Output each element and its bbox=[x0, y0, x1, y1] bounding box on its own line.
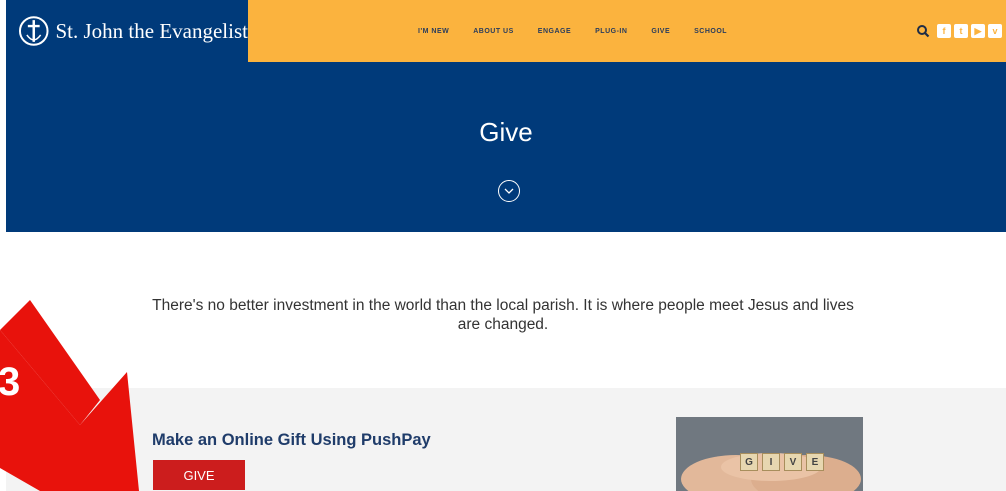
nav-item-school[interactable]: SCHOOL bbox=[694, 28, 727, 35]
nav-item-engage[interactable]: ENGAGE bbox=[538, 28, 571, 35]
site-header: St. John the Evangelist I'M NEW ABOUT US… bbox=[6, 0, 1006, 62]
brand-name: St. John the Evangelist bbox=[55, 18, 249, 43]
letter-tile: E bbox=[806, 453, 824, 471]
twitter-icon[interactable]: t bbox=[954, 24, 968, 38]
nav-item-plug-in[interactable]: PLUG-IN bbox=[595, 28, 627, 35]
letter-tiles: G I V E bbox=[740, 453, 824, 471]
main-nav-bar: I'M NEW ABOUT US ENGAGE PLUG-IN GIVE SCH… bbox=[248, 0, 1006, 62]
give-button[interactable]: GIVE bbox=[153, 460, 245, 490]
vimeo-icon[interactable]: v bbox=[988, 24, 1002, 38]
letter-tile: V bbox=[784, 453, 802, 471]
nav-item-about-us[interactable]: ABOUT US bbox=[473, 28, 514, 35]
give-photo: G I V E bbox=[676, 417, 863, 491]
nav-item-give[interactable]: GIVE bbox=[651, 28, 670, 35]
main-nav: I'M NEW ABOUT US ENGAGE PLUG-IN GIVE SCH… bbox=[418, 0, 751, 62]
facebook-icon[interactable]: f bbox=[937, 24, 951, 38]
scroll-down-button[interactable] bbox=[498, 180, 520, 202]
page-title: Give bbox=[479, 117, 533, 147]
pushpay-section: Make an Online Gift Using PushPay GIVE G… bbox=[6, 388, 1006, 491]
hero-banner: Give bbox=[6, 62, 1006, 232]
search-icon[interactable] bbox=[916, 24, 930, 38]
letter-tile: I bbox=[762, 453, 780, 471]
intro-text: There's no better investment in the worl… bbox=[152, 297, 854, 333]
letter-tile: G bbox=[740, 453, 758, 471]
nav-item-im-new[interactable]: I'M NEW bbox=[418, 28, 449, 35]
church-logo-icon bbox=[18, 16, 49, 46]
brand-logo-link[interactable]: St. John the Evangelist bbox=[6, 0, 248, 62]
section-title: Make an Online Gift Using PushPay bbox=[152, 431, 431, 449]
header-utilities: f t ▶ v bbox=[916, 0, 1002, 62]
youtube-icon[interactable]: ▶ bbox=[971, 24, 985, 38]
chevron-down-icon bbox=[504, 188, 514, 194]
